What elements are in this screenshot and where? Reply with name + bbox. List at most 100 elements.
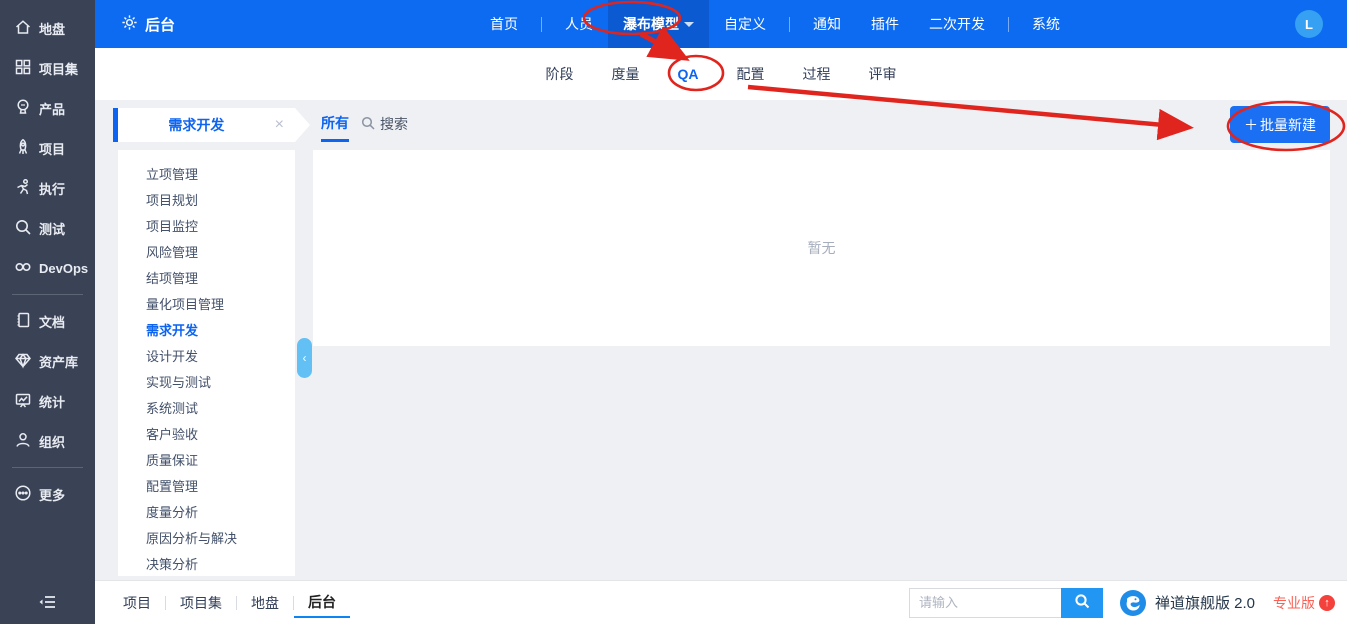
list-item[interactable]: 度量分析 bbox=[146, 500, 295, 526]
nav-dev[interactable]: 二次开发 bbox=[914, 0, 1000, 48]
nav-home[interactable]: 首页 bbox=[475, 0, 533, 48]
home-icon bbox=[14, 18, 32, 39]
panel-collapse-handle[interactable]: ‹ bbox=[297, 338, 312, 378]
bottom-tab-program[interactable]: 项目集 bbox=[166, 589, 236, 617]
infinity-icon bbox=[14, 258, 32, 279]
nav-divider bbox=[541, 16, 543, 32]
search-button[interactable] bbox=[1060, 587, 1103, 618]
close-icon[interactable]: × bbox=[275, 116, 284, 134]
list-item[interactable]: 质量保证 bbox=[146, 448, 295, 474]
admin-brand[interactable]: 后台 bbox=[121, 14, 175, 35]
list-item[interactable]: 项目监控 bbox=[146, 214, 295, 240]
plus-icon: ＋ bbox=[1244, 116, 1258, 133]
bottombar-tabs: 项目 项目集 地盘 后台 bbox=[109, 588, 350, 618]
bulk-create-button[interactable]: ＋ 批量新建 bbox=[1230, 106, 1330, 143]
sidebar-divider bbox=[12, 294, 83, 295]
subnav-qa[interactable]: QA bbox=[666, 60, 711, 88]
sidebar-item-test[interactable]: 测试 bbox=[0, 208, 95, 248]
sidebar-item-product[interactable]: 产品 bbox=[0, 88, 95, 128]
sidebar-item-execution[interactable]: 执行 bbox=[0, 168, 95, 208]
list-item[interactable]: 立项管理 bbox=[146, 162, 295, 188]
list-item[interactable]: 结项管理 bbox=[146, 266, 295, 292]
toolbar-search[interactable]: 搜索 bbox=[361, 114, 408, 134]
subnav-stage[interactable]: 阶段 bbox=[534, 58, 586, 90]
tab-all[interactable]: 所有 bbox=[321, 113, 349, 142]
rocket-icon bbox=[14, 138, 32, 159]
main-area: 需求开发 × 所有 搜索 ＋ 批量新建 立项管理 项目规划 项目监控 风险管理 … bbox=[95, 100, 1347, 580]
search-icon bbox=[1074, 593, 1090, 612]
list-item-active[interactable]: 需求开发 bbox=[146, 318, 295, 344]
subnav: 阶段 度量 QA 配置 过程 评审 bbox=[95, 48, 1347, 100]
upgrade-badge-icon[interactable]: ↑ bbox=[1319, 594, 1335, 611]
magnifier-icon bbox=[14, 218, 32, 239]
nav-system[interactable]: 系统 bbox=[1017, 0, 1075, 48]
panel-title-tab[interactable]: 需求开发 × bbox=[113, 108, 310, 142]
zentao-logo-icon[interactable] bbox=[1119, 589, 1147, 617]
sidebar-item-program[interactable]: 项目集 bbox=[0, 48, 95, 88]
sidebar-item-label: 文档 bbox=[39, 314, 66, 330]
nav-staff[interactable]: 人员 bbox=[550, 0, 608, 48]
search-input[interactable] bbox=[908, 587, 1061, 618]
collapse-sidebar-icon[interactable] bbox=[0, 588, 95, 616]
subnav-review[interactable]: 评审 bbox=[857, 58, 909, 90]
global-search bbox=[908, 587, 1103, 618]
sidebar-item-label: 资产库 bbox=[39, 354, 79, 370]
list-item[interactable]: 项目规划 bbox=[146, 188, 295, 214]
subnav-process[interactable]: 过程 bbox=[791, 58, 843, 90]
sidebar-item-label: 更多 bbox=[39, 487, 66, 503]
gear-icon bbox=[121, 14, 138, 35]
document-icon bbox=[14, 311, 32, 332]
nav-notice[interactable]: 通知 bbox=[798, 0, 856, 48]
subnav-config[interactable]: 配置 bbox=[725, 58, 777, 90]
avatar[interactable]: L bbox=[1295, 10, 1323, 38]
nav-divider bbox=[789, 16, 791, 32]
sidebar: 地盘 项目集 产品 项目 执行 测试 DevOps 文档 资产库 统计 组织 更… bbox=[0, 0, 95, 624]
sidebar-item-stats[interactable]: 统计 bbox=[0, 381, 95, 421]
empty-state-text: 暂无 bbox=[807, 240, 836, 256]
list-item[interactable]: 设计开发 bbox=[146, 344, 295, 370]
sidebar-item-doc[interactable]: 文档 bbox=[0, 301, 95, 341]
list-item[interactable]: 配置管理 bbox=[146, 474, 295, 500]
list-item[interactable]: 客户验收 bbox=[146, 422, 295, 448]
nav-plugin[interactable]: 插件 bbox=[856, 0, 914, 48]
nav-waterfall-model[interactable]: 瀑布模型 bbox=[608, 0, 710, 48]
bottom-tab-project[interactable]: 项目 bbox=[109, 589, 165, 617]
sidebar-item-dashboard[interactable]: 地盘 bbox=[0, 8, 95, 48]
grid-icon bbox=[14, 58, 32, 79]
edition-link[interactable]: 专业版 bbox=[1273, 593, 1315, 613]
sidebar-item-label: 项目 bbox=[39, 141, 66, 157]
bottom-tab-dashboard[interactable]: 地盘 bbox=[237, 589, 293, 617]
list-item[interactable]: 决策分析 bbox=[146, 552, 295, 576]
list-item[interactable]: 风险管理 bbox=[146, 240, 295, 266]
chart-board-icon bbox=[14, 391, 32, 412]
list-item[interactable]: 量化项目管理 bbox=[146, 292, 295, 318]
bottombar: 项目 项目集 地盘 后台 禅道旗舰版 2.0 专业版 ↑ bbox=[95, 580, 1347, 624]
brand-name: 禅道旗舰版 2.0 bbox=[1154, 595, 1255, 612]
subnav-measure[interactable]: 度量 bbox=[600, 58, 652, 90]
sidebar-item-label: 地盘 bbox=[39, 21, 66, 37]
panel-title: 需求开发 bbox=[168, 117, 225, 133]
sidebar-item-label: DevOps bbox=[39, 260, 89, 276]
sidebar-item-label: 执行 bbox=[39, 181, 66, 197]
diamond-icon bbox=[14, 351, 32, 372]
sidebar-item-project[interactable]: 项目 bbox=[0, 128, 95, 168]
bottombar-right: 禅道旗舰版 2.0 专业版 ↑ bbox=[908, 587, 1335, 618]
sidebar-item-label: 统计 bbox=[39, 394, 66, 410]
list-item[interactable]: 实现与测试 bbox=[146, 370, 295, 396]
sidebar-item-assets[interactable]: 资产库 bbox=[0, 341, 95, 381]
search-icon bbox=[361, 116, 375, 133]
list-item[interactable]: 系统测试 bbox=[146, 396, 295, 422]
bottom-tab-admin[interactable]: 后台 bbox=[294, 588, 350, 618]
list-item[interactable]: 原因分析与解决 bbox=[146, 526, 295, 552]
sidebar-item-more[interactable]: 更多 bbox=[0, 474, 95, 514]
person-icon bbox=[14, 431, 32, 452]
sidebar-item-label: 项目集 bbox=[39, 61, 79, 77]
nav-custom[interactable]: 自定义 bbox=[709, 0, 781, 48]
sidebar-divider bbox=[12, 467, 83, 468]
sidebar-item-org[interactable]: 组织 bbox=[0, 421, 95, 461]
sidebar-item-label: 组织 bbox=[39, 434, 66, 450]
content-panel: 暂无 bbox=[313, 150, 1330, 346]
sidebar-item-label: 测试 bbox=[39, 221, 66, 237]
product-icon bbox=[14, 98, 32, 119]
sidebar-item-devops[interactable]: DevOps bbox=[0, 248, 95, 288]
